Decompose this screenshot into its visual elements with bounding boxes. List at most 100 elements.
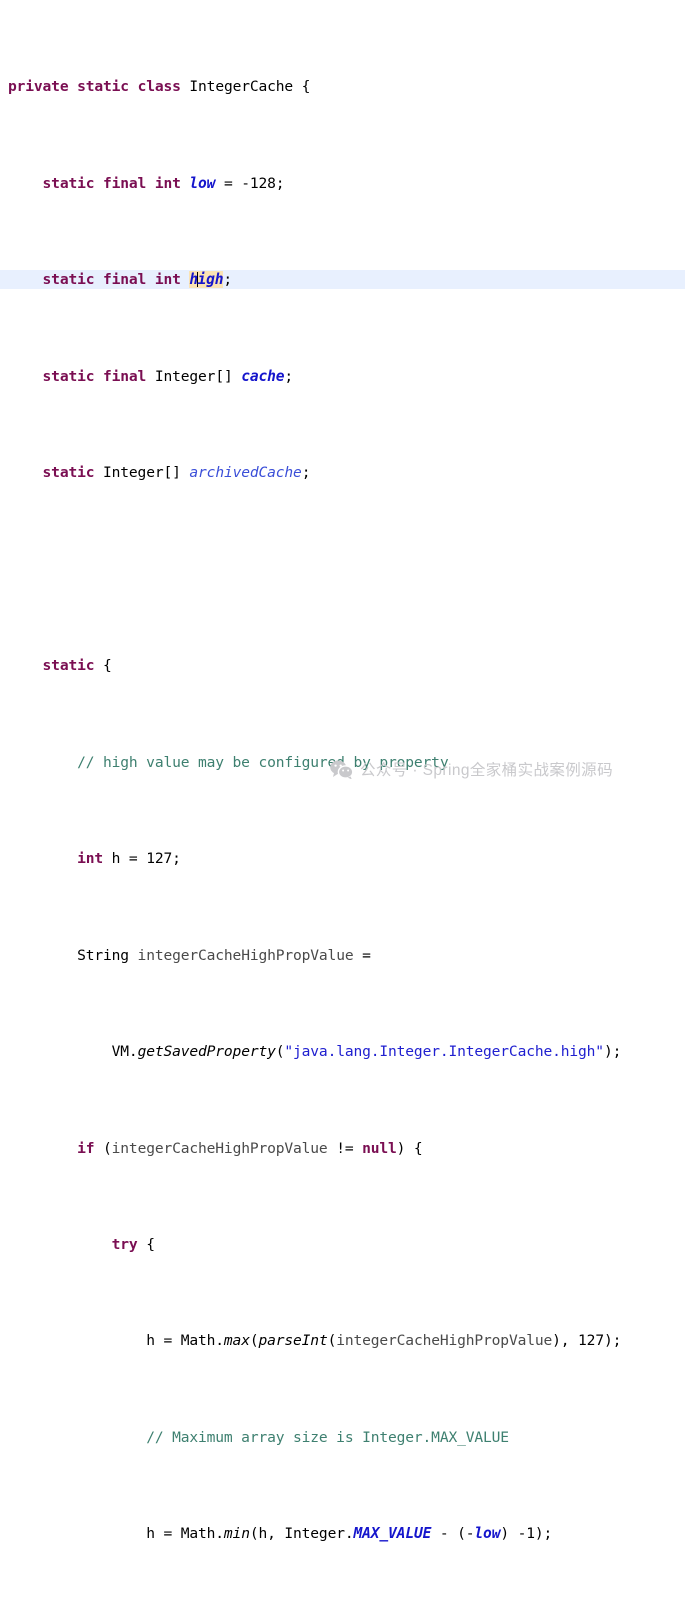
token-method-min: min xyxy=(223,1525,250,1543)
token-number: 127 xyxy=(578,1332,604,1350)
token-constant-MAX_VALUE: MAX_VALUE xyxy=(353,1525,432,1543)
token-keyword: if xyxy=(77,1139,95,1157)
token-keyword: class xyxy=(137,78,181,96)
token-punct: ( xyxy=(249,1332,259,1350)
token-keyword: try xyxy=(111,1236,138,1253)
token-local-var: integerCacheHighPropValue xyxy=(336,1332,553,1350)
code-line[interactable]: static final int low = -128; xyxy=(0,174,685,193)
token-punct: ( xyxy=(94,1139,112,1157)
token-keyword: int xyxy=(77,850,104,868)
token-keyword: final xyxy=(103,367,147,385)
token-local: h = xyxy=(103,850,147,868)
token-type: Integer xyxy=(284,1525,345,1543)
code-editor[interactable]: private static class IntegerCache { stat… xyxy=(0,0,685,1542)
code-viewport[interactable]: private static class IntegerCache { stat… xyxy=(0,0,685,1600)
token-string-literal: "java.lang.Integer.IntegerCache.high" xyxy=(284,1043,604,1061)
token-keyword-null: null xyxy=(362,1139,397,1157)
token-operator: = xyxy=(215,174,242,192)
token-punct: (h, xyxy=(249,1525,285,1543)
token-punct: ), xyxy=(552,1332,579,1350)
token-punct: [] xyxy=(215,367,242,385)
code-line[interactable]: h = Math.min(h, Integer.MAX_VALUE - (-lo… xyxy=(0,1524,685,1543)
token-punct: ; xyxy=(284,367,294,385)
token-class-name: IntegerCache xyxy=(189,78,294,96)
token-punct: ); xyxy=(603,1043,622,1061)
token-high-part-2: igh xyxy=(197,271,224,289)
token-method-parseInt: parseInt xyxy=(258,1332,328,1350)
token-field-archivedCache: archivedCache xyxy=(189,464,302,482)
token-punct: . xyxy=(344,1525,354,1543)
watermark: 公众号 · Spring全家桶实战案例源码 xyxy=(330,758,613,780)
token-number: -128 xyxy=(241,174,276,192)
watermark-text: 公众号 · Spring全家桶实战案例源码 xyxy=(360,762,613,779)
token-type: String xyxy=(77,946,129,964)
token-field-cache: cache xyxy=(241,367,285,385)
code-line[interactable]: static { xyxy=(0,656,685,675)
token-punct: ; xyxy=(223,271,233,289)
token-keyword: static xyxy=(42,271,95,289)
token-keyword: static xyxy=(42,464,95,482)
code-line[interactable]: try { xyxy=(0,1235,685,1254)
token-field-low: low xyxy=(189,174,216,192)
token-punct: ; xyxy=(275,174,285,192)
code-line[interactable]: if (integerCacheHighPropValue != null) { xyxy=(0,1139,685,1158)
code-line[interactable]: h = Math.max(parseInt(integerCacheHighPr… xyxy=(0,1331,685,1350)
token-punct: ) { xyxy=(396,1139,423,1157)
token-empty xyxy=(8,561,17,578)
code-line[interactable]: int h = 127; xyxy=(0,849,685,868)
token-punct: ( xyxy=(327,1332,337,1350)
code-line[interactable]: // Maximum array size is Integer.MAX_VAL… xyxy=(0,1428,685,1447)
token-method-max: max xyxy=(223,1332,250,1350)
code-line[interactable]: VM.getSavedProperty("java.lang.Integer.I… xyxy=(0,1042,685,1061)
token-punct: ; xyxy=(301,464,311,482)
token-operator: != xyxy=(327,1139,363,1157)
token-punct: ); xyxy=(603,1332,622,1350)
token-keyword: static xyxy=(42,657,95,675)
token-operator: - (- xyxy=(431,1525,475,1543)
code-line[interactable]: static Integer[] archivedCache; xyxy=(0,463,685,482)
token-expr: h = Math. xyxy=(146,1525,224,1543)
token-expr: h = Math. xyxy=(146,1332,224,1350)
token-method-getSavedProperty: getSavedProperty xyxy=(137,1043,276,1061)
token-number: 127 xyxy=(146,850,173,868)
token-keyword: static xyxy=(77,78,129,96)
token-punct: { xyxy=(137,1236,155,1253)
token-keyword: int xyxy=(154,174,181,192)
code-line[interactable]: private static class IntegerCache { xyxy=(0,77,685,96)
token-punct: ( xyxy=(275,1043,285,1061)
token-local-var: integerCacheHighPropValue xyxy=(128,946,354,964)
token-punct: { xyxy=(293,78,311,96)
token-keyword: final xyxy=(103,174,147,192)
token-comment: // Maximum array size is Integer.MAX_VAL… xyxy=(146,1428,509,1446)
token-punct: ); xyxy=(534,1525,553,1543)
token-local-var: integerCacheHighPropValue xyxy=(111,1139,328,1157)
token-punct: ; xyxy=(172,850,181,868)
token-operator: = xyxy=(353,946,371,964)
code-line-blank[interactable] xyxy=(0,560,685,579)
token-punct: [] xyxy=(163,464,190,482)
code-line-current[interactable]: static final int high; xyxy=(0,270,685,290)
code-line[interactable]: static final Integer[] cache; xyxy=(0,367,685,386)
token-keyword: final xyxy=(103,271,147,289)
code-line[interactable]: String integerCacheHighPropValue = xyxy=(0,946,685,965)
token-keyword: int xyxy=(154,271,181,289)
